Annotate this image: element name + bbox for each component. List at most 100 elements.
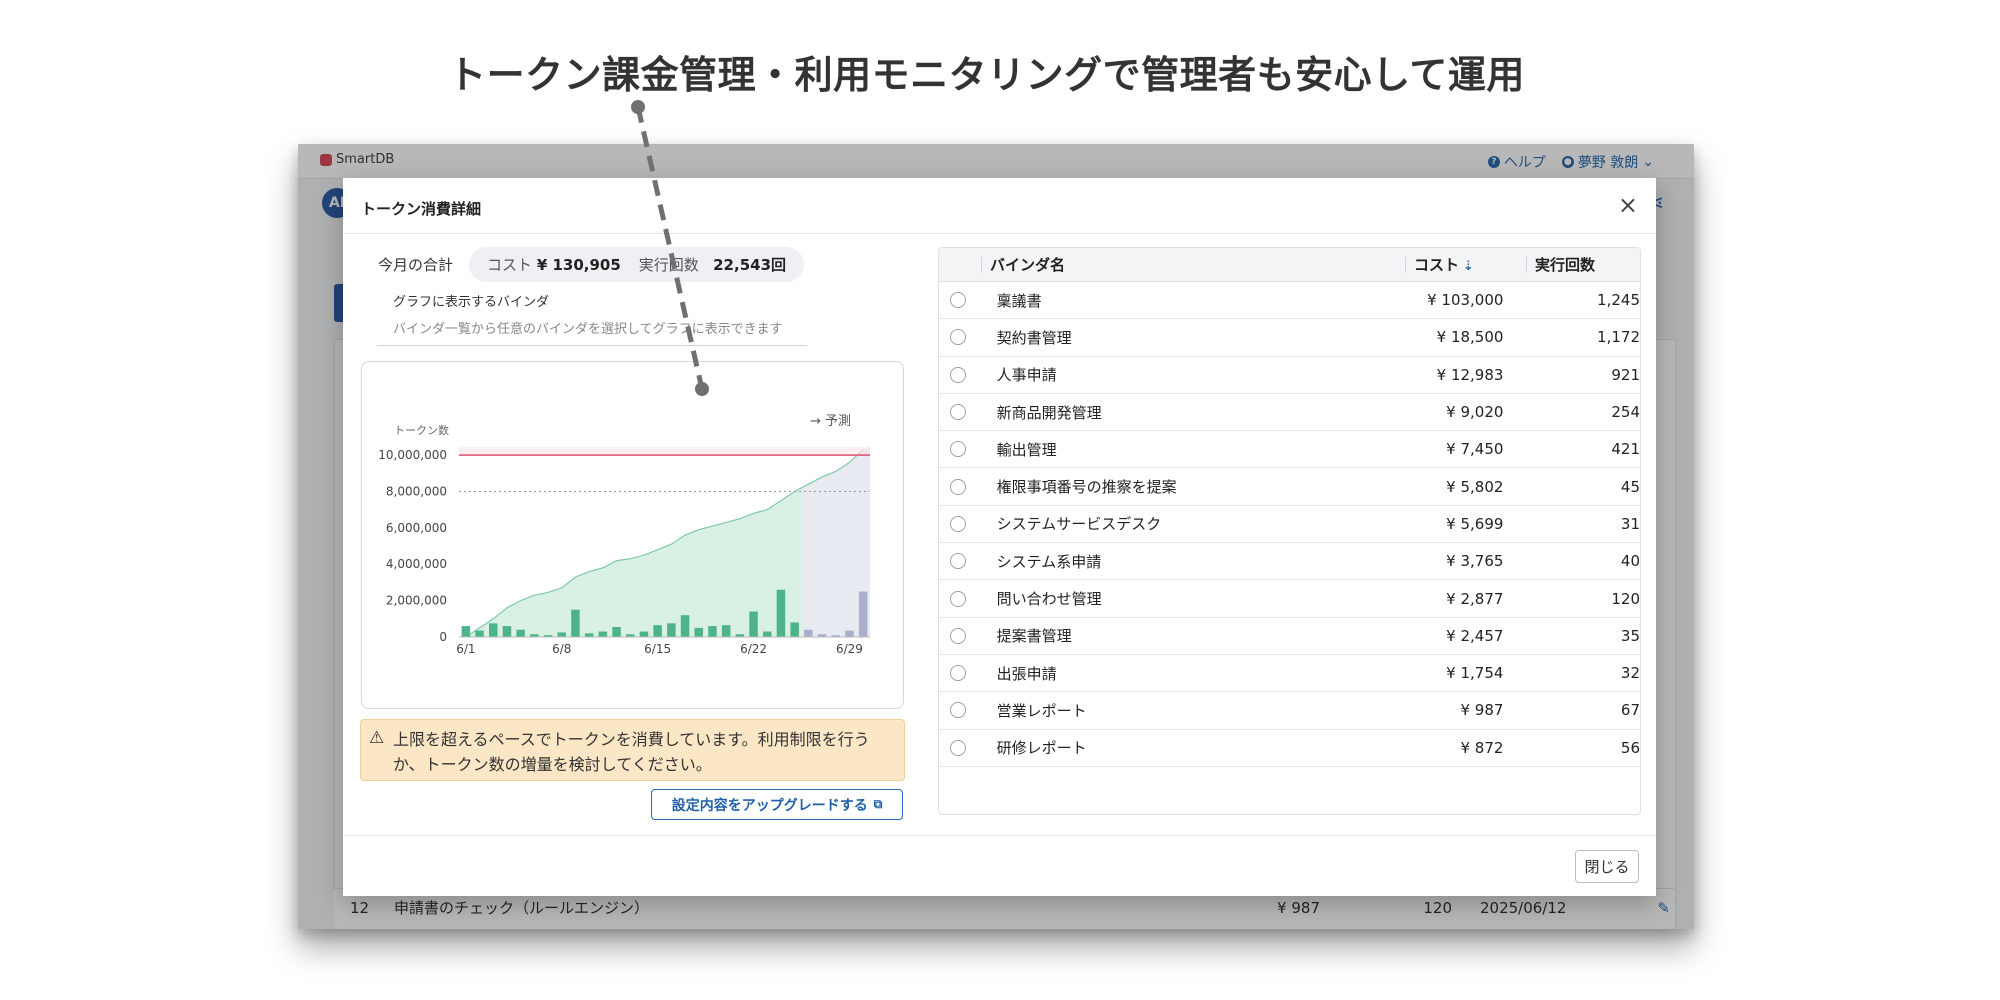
row-radio[interactable]	[950, 441, 966, 458]
row-runs: 120	[1611, 589, 1640, 608]
warning-icon: ⚠	[369, 728, 385, 748]
row-runs: 1,172	[1597, 328, 1640, 347]
table-row[interactable]: 稟議書 ¥ 103,000 1,245	[939, 282, 1640, 320]
table-row[interactable]: 人事申請 ¥ 12,983 921	[939, 357, 1640, 394]
row-cost: ¥ 103,000	[1427, 291, 1504, 310]
table-row[interactable]: 契約書管理 ¥ 18,500 1,172	[939, 319, 1640, 357]
row-runs: 56	[1620, 738, 1640, 757]
row-binder-name: 提案書管理	[996, 627, 1072, 646]
external-link-icon: ⧉	[873, 797, 883, 811]
modal-title: トークン消費詳細	[361, 200, 482, 218]
row-cost: ¥ 872	[1460, 738, 1504, 757]
binder-table-header: バインダ名 コスト ⇣ 実行回数	[939, 248, 1640, 282]
row-runs: 35	[1620, 626, 1640, 645]
binder-select-label: グラフに表示するバインダ	[393, 295, 550, 310]
row-runs: 421	[1611, 440, 1640, 459]
row-radio[interactable]	[950, 329, 966, 346]
binder-select-field[interactable]: グラフに表示するバインダ バインダ一覧から任意のバインダを選択してグラフに表示で…	[377, 291, 807, 346]
warning-text: 上限を超えるペースでトークンを消費しています。利用制限を行うか、トークン数の増量…	[393, 730, 870, 774]
x-tick-label: 6/1	[456, 642, 475, 656]
row-radio[interactable]	[950, 627, 966, 644]
cost-value: ¥ 130,905	[536, 256, 621, 274]
token-chart-card: トークン数 → 予測 0 2,000,000 4,000,000 6,000,000 8,0…	[361, 361, 904, 709]
row-cost: ¥ 12,983	[1436, 365, 1504, 384]
summary-pill: コスト ¥ 130,905 実行回数 22,543回	[469, 247, 805, 282]
table-row[interactable]: 営業レポート ¥ 987 67	[939, 692, 1640, 730]
row-radio[interactable]	[950, 590, 966, 607]
modal-footer: 閉じる	[343, 835, 1656, 896]
row-radio[interactable]	[950, 553, 966, 570]
table-row[interactable]: システム系申請 ¥ 3,765 40	[939, 543, 1640, 581]
row-cost: ¥ 2,877	[1446, 589, 1504, 608]
table-row[interactable]: システムサービスデスク ¥ 5,699 31	[939, 506, 1640, 544]
table-row[interactable]: 輸出管理 ¥ 7,450 421	[939, 431, 1640, 469]
header-cost[interactable]: コスト ⇣	[1405, 255, 1526, 274]
upgrade-settings-button[interactable]: 設定内容をアップグレードする ⧉	[651, 789, 903, 820]
daily-bar	[598, 631, 608, 637]
table-row[interactable]: 出張申請 ¥ 1,754 32	[939, 655, 1640, 693]
forecast-area	[794, 446, 870, 637]
binder-select-placeholder: バインダ一覧から任意のバインダを選択してグラフに表示できます	[393, 322, 783, 337]
row-runs: 921	[1611, 365, 1640, 384]
x-tick-label: 6/22	[740, 642, 767, 656]
daily-bar	[639, 631, 649, 637]
table-row[interactable]: 新商品開発管理 ¥ 9,020 254	[939, 394, 1640, 432]
x-tick-label: 6/8	[552, 642, 571, 656]
row-radio[interactable]	[950, 366, 966, 383]
table-row[interactable]: 権限事項番号の推察を提案 ¥ 5,802 45	[939, 468, 1640, 506]
row-cost: ¥ 7,450	[1446, 440, 1504, 459]
daily-bar	[516, 629, 525, 637]
y-tick-label: 6,000,000	[386, 521, 447, 535]
row-radio[interactable]	[950, 515, 966, 532]
row-radio[interactable]	[950, 665, 966, 682]
sort-desc-icon[interactable]: ⇣	[1463, 259, 1474, 274]
row-binder-name: 営業レポート	[996, 701, 1087, 720]
y-tick-label: 4,000,000	[386, 557, 447, 571]
row-binder-name: 新商品開発管理	[996, 403, 1102, 422]
y-tick-label: 10,000,000	[378, 448, 447, 462]
header-binder-name[interactable]: バインダ名	[981, 256, 1405, 273]
daily-bar	[571, 609, 580, 637]
daily-bar	[694, 627, 703, 637]
row-cost: ¥ 5,802	[1446, 477, 1504, 496]
header-runs[interactable]: 実行回数	[1526, 256, 1635, 273]
row-binder-name: 問い合わせ管理	[996, 590, 1102, 609]
table-row[interactable]: 問い合わせ管理 ¥ 2,877 120	[939, 580, 1640, 618]
row-radio[interactable]	[950, 702, 966, 719]
row-runs: 254	[1611, 403, 1640, 422]
daily-bar	[461, 626, 471, 637]
row-cost: ¥ 2,457	[1446, 626, 1504, 645]
table-row[interactable]: 提案書管理 ¥ 2,457 35	[939, 618, 1640, 655]
binder-table: バインダ名 コスト ⇣ 実行回数 稟議書 ¥ 103,000 1,245 契約書管理 ¥ …	[938, 247, 1641, 815]
table-row[interactable]: 研修レポート ¥ 872 56	[939, 730, 1640, 767]
row-radio[interactable]	[950, 404, 966, 421]
row-binder-name: 稟議書	[996, 291, 1042, 310]
daily-bar	[557, 632, 566, 637]
daily-bar	[721, 625, 731, 637]
row-binder-name: システム系申請	[996, 552, 1102, 571]
row-runs: 1,245	[1597, 291, 1640, 310]
forecast-legend: → 予測	[810, 414, 851, 429]
close-button[interactable]: 閉じる	[1575, 850, 1639, 883]
row-radio[interactable]	[950, 739, 966, 756]
daily-bar	[845, 630, 854, 637]
row-radio[interactable]	[950, 478, 966, 495]
y-tick-label: 8,000,000	[386, 484, 447, 498]
close-icon[interactable]: ×	[1618, 191, 1638, 219]
daily-bar	[790, 622, 799, 637]
token-chart: トークン数 → 予測 0 2,000,000 4,000,000 6,000,000 8,0…	[378, 414, 870, 656]
daily-bar	[763, 631, 772, 637]
header-cost-label: コスト	[1414, 255, 1460, 274]
monthly-summary: 今月の合計 コスト ¥ 130,905 実行回数 22,543回	[378, 247, 805, 282]
daily-bar	[489, 623, 498, 637]
row-binder-name: 契約書管理	[996, 328, 1072, 347]
row-binder-name: 人事申請	[996, 366, 1057, 385]
row-binder-name: 出張申請	[996, 664, 1057, 683]
daily-bar	[708, 626, 717, 637]
row-binder-name: 権限事項番号の推察を提案	[996, 478, 1177, 497]
row-cost: ¥ 1,754	[1446, 664, 1504, 683]
token-detail-modal: トークン消費詳細 × 今月の合計 コスト ¥ 130,905 実行回数 22,5…	[343, 178, 1656, 896]
row-binder-name: 輸出管理	[996, 440, 1057, 459]
row-radio[interactable]	[950, 292, 966, 309]
row-cost: ¥ 9,020	[1446, 403, 1504, 422]
